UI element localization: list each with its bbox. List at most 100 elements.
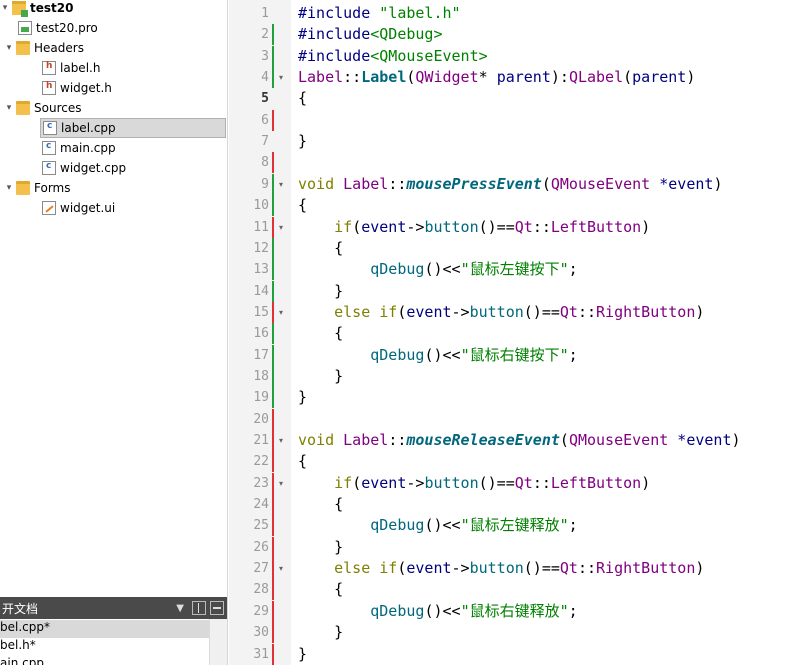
dropdown-arrow-icon[interactable]: ▼	[176, 603, 184, 614]
tree-item-label: main.cpp	[60, 141, 116, 155]
fold-marker-icon[interactable]: ▾	[279, 430, 287, 451]
line-number: 30	[253, 625, 269, 641]
fold-marker-icon[interactable]: ▾	[279, 473, 287, 494]
expand-arrow-icon[interactable]: ▾	[4, 43, 14, 53]
folder-icon	[16, 181, 30, 195]
tree-item-label: label.cpp	[61, 121, 116, 135]
fold-marker-icon[interactable]: ▾	[279, 558, 287, 579]
expand-arrow-icon[interactable]: ▾	[0, 3, 10, 13]
code-line[interactable]: #include<QDebug>	[298, 24, 443, 45]
change-marker	[272, 24, 274, 46]
line-number: 29	[253, 603, 269, 619]
code-line[interactable]: {	[298, 238, 343, 259]
change-marker	[272, 579, 274, 601]
code-token: if	[298, 473, 353, 492]
code-line[interactable]: }	[298, 387, 307, 408]
code-token: RightButton	[596, 302, 696, 321]
code-token: Label	[298, 68, 344, 87]
code-token: ()==	[478, 473, 515, 492]
code-line[interactable]: }	[298, 644, 307, 665]
code-line[interactable]: }	[298, 366, 343, 387]
tree-item-headers[interactable]: ▾ Headers	[0, 38, 227, 58]
code-line[interactable]: }	[298, 281, 343, 302]
open-document-item[interactable]: ain.cpp	[0, 656, 44, 665]
code-token: mouseReleaseEvent	[406, 431, 560, 449]
open-document-item[interactable]: bel.cpp*	[0, 620, 210, 638]
code-token: *	[478, 68, 497, 87]
code-line[interactable]: }	[298, 537, 343, 558]
open-documents-list: bel.cpp* bel.h* ain.cpp	[0, 619, 227, 665]
open-documents-scrollbar[interactable]	[209, 619, 227, 665]
code-line[interactable]: void Label::mouseReleaseEvent(QMouseEven…	[298, 430, 741, 451]
line-number: 19	[253, 390, 269, 406]
open-document-item[interactable]: bel.h*	[0, 638, 36, 656]
code-token: }	[298, 644, 308, 663]
tree-item-sources[interactable]: ▾ Sources	[0, 98, 227, 118]
fold-marker-icon[interactable]: ▾	[279, 67, 287, 88]
code-line[interactable]: qDebug()<<"鼠标左键释放";	[298, 515, 577, 536]
tree-item-header-file[interactable]: label.h	[0, 58, 227, 78]
code-line[interactable]: }	[298, 131, 307, 152]
code-editor[interactable]: 1 2 3 4 ▾ 5 6 7 8 9 ▾ 10 11 ▾ 12 13 14 15 ▾ 16 17 18 19 20 21 ▾ 22…	[229, 0, 792, 665]
code-line[interactable]: qDebug()<<"鼠标右键按下";	[298, 345, 577, 366]
change-marker	[272, 216, 274, 238]
code-line[interactable]: {	[298, 451, 307, 472]
change-marker	[272, 643, 274, 665]
tree-item-header-file[interactable]: widget.h	[0, 78, 227, 98]
project-panel: ▾ test20 test20.pro ▾ Headers label.h wi…	[0, 0, 228, 665]
change-marker	[272, 408, 274, 430]
expand-arrow-icon[interactable]: ▾	[4, 183, 14, 193]
code-line[interactable]: qDebug()<<"鼠标右键释放";	[298, 601, 577, 622]
tree-item-source-file-selected[interactable]: label.cpp	[40, 118, 226, 138]
split-view-icon[interactable]	[192, 601, 206, 615]
tree-item-source-file[interactable]: main.cpp	[0, 138, 227, 158]
change-marker	[272, 515, 274, 537]
code-line[interactable]: else if(event->button()==Qt::RightButton…	[298, 302, 704, 323]
code-line[interactable]: qDebug()<<"鼠标左键按下";	[298, 259, 577, 280]
tree-item-project[interactable]: ▾ test20	[0, 0, 227, 18]
tree-item-pro-file[interactable]: test20.pro	[0, 18, 227, 38]
fold-marker-icon[interactable]: ▾	[279, 174, 287, 195]
code-line[interactable]: {	[298, 323, 343, 344]
code-token: if	[298, 217, 353, 236]
code-line[interactable]: {	[298, 88, 307, 109]
line-number: 18	[253, 368, 269, 384]
fold-marker-icon[interactable]: ▾	[279, 217, 287, 238]
tree-item-source-file[interactable]: widget.cpp	[0, 158, 227, 178]
open-documents-header: 开文档 ▼	[0, 597, 227, 619]
code-line[interactable]: if(event->button()==Qt::LeftButton)	[298, 473, 650, 494]
code-line[interactable]: else if(event->button()==Qt::RightButton…	[298, 558, 704, 579]
code-line[interactable]: {	[298, 195, 307, 216]
expand-arrow-icon[interactable]: ▾	[4, 103, 14, 113]
code-line[interactable]: if(event->button()==Qt::LeftButton)	[298, 217, 650, 238]
line-number: 8	[261, 155, 269, 171]
code-token: ->	[406, 217, 425, 236]
code-token: ()==	[523, 559, 560, 578]
close-pane-icon[interactable]	[210, 601, 224, 615]
line-number: 4	[261, 70, 269, 86]
code-line[interactable]: #include<QMouseEvent>	[298, 46, 488, 67]
tree-item-forms[interactable]: ▾ Forms	[0, 178, 227, 198]
line-number: 14	[253, 283, 269, 299]
code-line[interactable]: void Label::mousePressEvent(QMouseEvent …	[298, 174, 722, 195]
code-token: (	[352, 217, 362, 236]
code-line[interactable]: #include "label.h"	[298, 3, 461, 24]
code-line[interactable]: {	[298, 579, 343, 600]
code-line[interactable]: {	[298, 494, 343, 515]
tree-item-label: Headers	[34, 41, 84, 55]
code-token: "label.h"	[379, 4, 461, 22]
code-token: }	[298, 537, 344, 556]
code-token: parent	[496, 68, 551, 87]
fold-marker-icon[interactable]: ▾	[279, 302, 287, 323]
code-line[interactable]: Label::Label(QWidget* parent):QLabel(par…	[298, 67, 695, 88]
code-token: }	[298, 623, 344, 642]
code-token: ()<<	[424, 260, 461, 279]
change-marker	[272, 600, 274, 622]
code-line[interactable]: }	[298, 622, 343, 643]
code-token: "鼠标左键释放"	[460, 516, 569, 535]
code-token: QMouseEvent	[568, 431, 669, 449]
code-token: ):	[550, 68, 569, 87]
tree-item-form-file[interactable]: widget.ui	[0, 198, 227, 218]
code-token: QMouseEvent	[550, 174, 651, 193]
code-token: event	[361, 473, 407, 492]
